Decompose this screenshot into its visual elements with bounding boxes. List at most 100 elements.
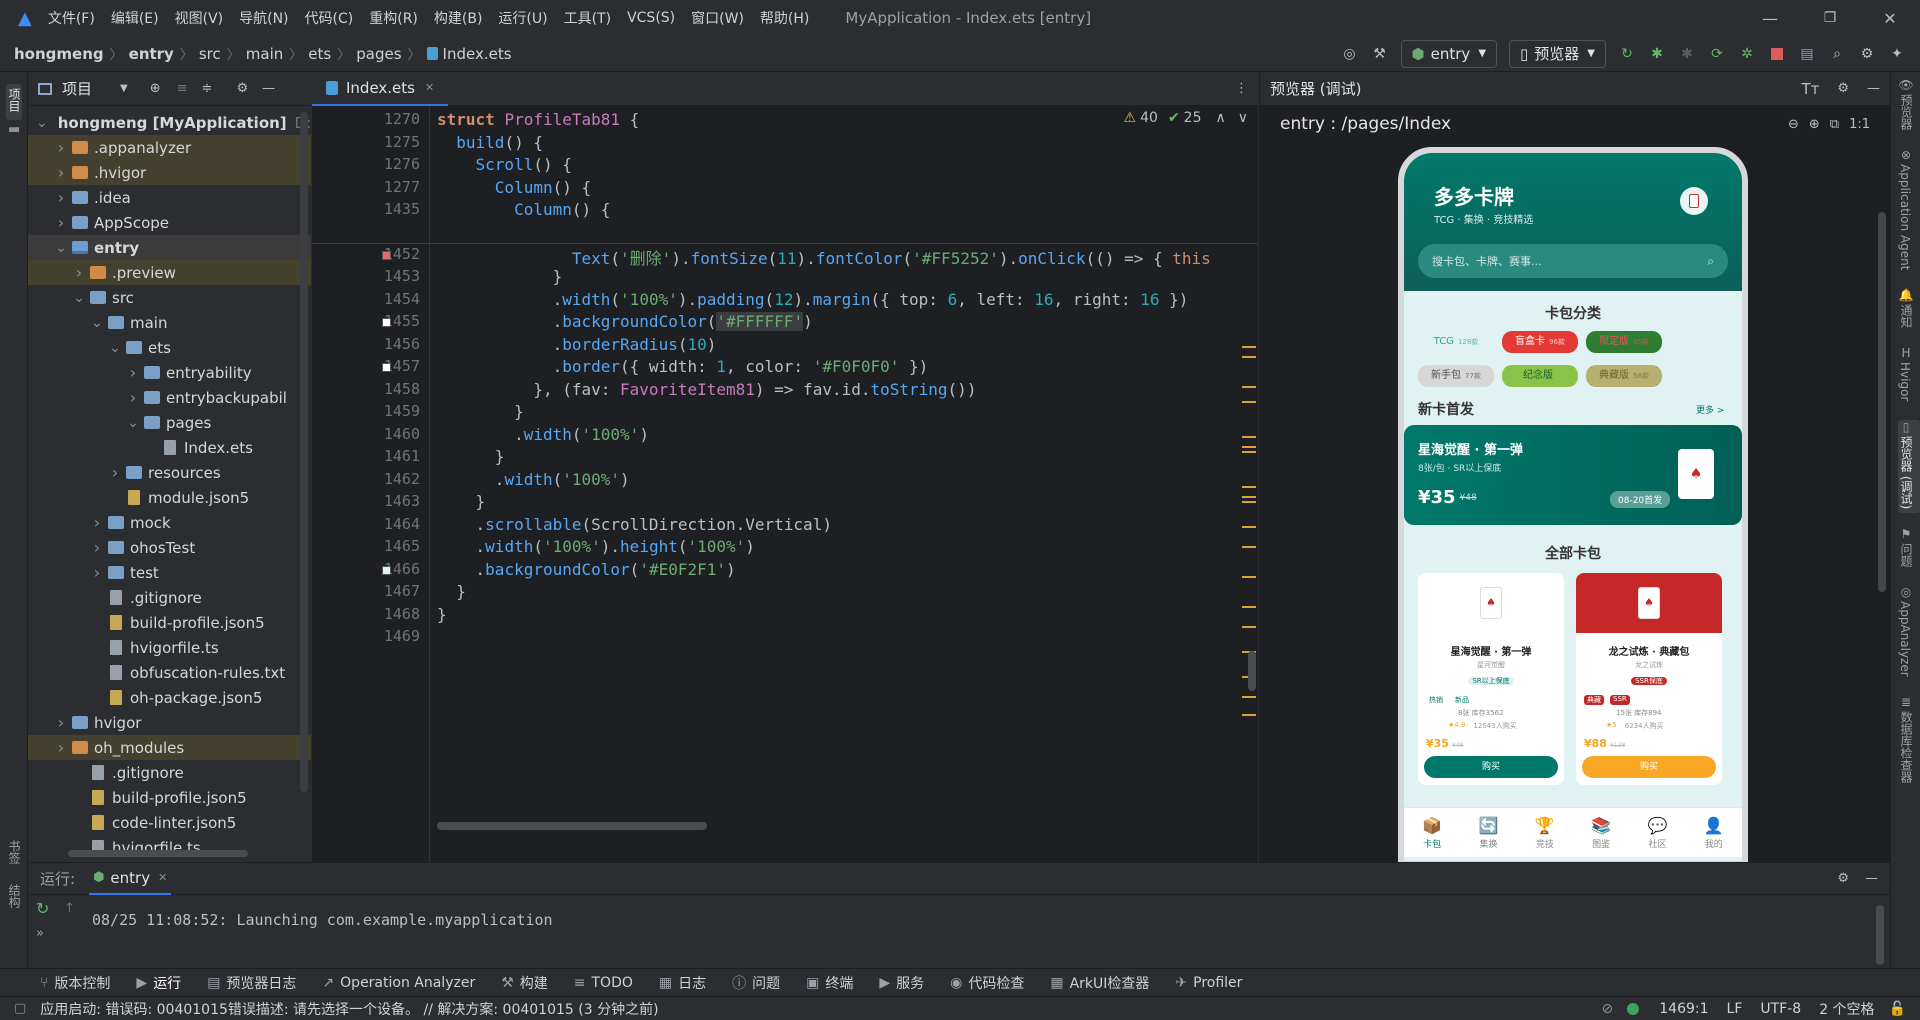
bottom-tool-button[interactable]: ↗ Operation Analyzer — [322, 975, 475, 991]
chevron-down-icon[interactable]: ⌄ — [54, 240, 68, 256]
bottom-tool-button[interactable]: ▶ 运行 — [136, 973, 181, 993]
tree-item[interactable]: Index.ets — [28, 435, 311, 460]
scroll-up-icon[interactable]: ↑ — [64, 901, 75, 916]
bottom-tool-button[interactable]: ▶ 服务 — [879, 973, 924, 993]
right-tool-button[interactable]: H Hvigor — [1898, 346, 1920, 405]
code-line[interactable]: .backgroundColor('#E0F2F1') — [437, 560, 736, 579]
more-tabs-icon[interactable]: ⋮ — [1235, 81, 1248, 96]
menu-item[interactable]: 重构(R) — [369, 8, 418, 28]
category-chip[interactable]: 限定版 85款 — [1586, 331, 1662, 353]
tree-item[interactable]: › entryability — [28, 360, 311, 385]
close-window-icon[interactable]: ✕ — [1860, 9, 1920, 28]
tree-item[interactable]: › .appanalyzer — [28, 135, 311, 160]
breadcrumb-item[interactable]: Index.ets — [443, 45, 512, 63]
pack-card[interactable]: ♠ 星海觉醒 · 第一弹 星河觉醒 SR以上保底 热销 新品 8张 库存3562 ★4.9 12… — [1418, 573, 1564, 785]
caret-position[interactable]: 1469:1 — [1659, 1001, 1708, 1017]
chevron-right-icon[interactable]: › — [54, 163, 68, 182]
chevron-down-icon[interactable]: ⌄ — [90, 315, 104, 331]
status-toggle-icon[interactable]: ▢ — [14, 1001, 26, 1016]
code-line[interactable]: Text('删除').fontSize(11).fontColor('#FF52… — [437, 245, 1211, 269]
tree-item[interactable]: › .idea — [28, 185, 311, 210]
indent-setting[interactable]: 2 个空格 — [1819, 999, 1874, 1019]
bottom-tool-button[interactable]: ▦ ArkUI检查器 — [1050, 973, 1149, 993]
close-tab-icon[interactable]: ✕ — [425, 81, 434, 94]
breadcrumb-item[interactable]: pages — [356, 45, 401, 63]
code-line[interactable]: .border({ width: 1, color: '#F0F0F0' }) — [437, 357, 929, 376]
lock-icon[interactable]: 🔓 — [1889, 1001, 1906, 1017]
font-size-icon[interactable]: Tт — [1801, 80, 1819, 98]
buy-button[interactable]: 购买 — [1424, 756, 1558, 778]
right-tool-button[interactable]: ◎ AppAnalyzer — [1898, 585, 1920, 681]
bottom-tool-button[interactable]: ⚒ 构建 — [501, 973, 548, 993]
code-line[interactable]: } — [437, 267, 563, 286]
app-nav-item[interactable]: 👤 我的 — [1704, 816, 1724, 850]
chevron-right-icon[interactable]: › — [90, 538, 104, 557]
tree-item[interactable]: › hvigor — [28, 710, 311, 735]
gear-icon[interactable]: ⚙ — [236, 81, 248, 96]
code-line[interactable]: .scrollable(ScrollDirection.Vertical) — [437, 515, 832, 534]
debug-icon[interactable]: ✱ — [1646, 43, 1668, 65]
file-encoding[interactable]: UTF-8 — [1760, 1001, 1801, 1017]
new-card-banner[interactable]: 星海觉醒 · 第一弹 8张/包 · SR以上保底 ¥35 ¥48 08-20首发… — [1404, 425, 1742, 525]
locate-icon[interactable]: ⊕ — [150, 81, 161, 96]
bottom-tool-button[interactable]: ◉ 代码检查 — [950, 973, 1024, 993]
color-swatch-icon[interactable] — [382, 318, 391, 327]
editor-h-scrollbar[interactable] — [437, 822, 707, 830]
breadcrumb-item[interactable]: ets — [308, 45, 331, 63]
tree-item[interactable]: .gitignore — [28, 760, 311, 785]
color-swatch-icon[interactable] — [382, 250, 391, 260]
menu-item[interactable]: 工具(T) — [564, 8, 611, 28]
sticky-code-line[interactable]: Column() { — [437, 200, 610, 219]
chevron-right-icon[interactable]: › — [54, 138, 68, 157]
chevron-down-icon[interactable]: ⌄ — [126, 415, 140, 431]
tree-item[interactable]: › resources — [28, 460, 311, 485]
run-tab-entry[interactable]: ⬢ entry ✕ — [89, 863, 172, 895]
tab-index-ets[interactable]: Index.ets ✕ — [312, 72, 449, 106]
menu-item[interactable]: 窗口(W) — [691, 8, 744, 28]
tree-item[interactable]: ⌄ src — [28, 285, 311, 310]
category-chip[interactable]: 纪念版 — [1502, 365, 1578, 387]
sticky-code-line[interactable]: Scroll() { — [437, 155, 572, 174]
search-icon[interactable]: ⌕ — [1826, 43, 1848, 65]
category-chip[interactable]: TCG 128款 — [1418, 331, 1494, 353]
no-device-icon[interactable]: ⊘ — [1602, 1001, 1614, 1017]
chevron-right-icon[interactable]: › — [90, 563, 104, 582]
breadcrumb-item[interactable]: entry — [129, 45, 174, 63]
inspection-widget[interactable]: ⚠ 40 ✔ 25 ∧ ∨ — [1124, 110, 1248, 126]
category-chip[interactable]: 典藏版 58款 — [1586, 365, 1662, 387]
pack-card[interactable]: ♠ 龙之试炼 · 典藏包 龙之试炼 SSR保底 典藏 SSR 15张 库存894 ★5 6234… — [1576, 573, 1722, 785]
status-message[interactable]: 应用启动: 错误码: 00401015错误描述: 请先选择一个设备。 // 解决… — [40, 999, 658, 1019]
code-line[interactable]: }, (fav: FavoriteItem81) => fav.id.toStr… — [437, 380, 976, 399]
chevron-down-icon[interactable]: ▼ — [120, 83, 128, 94]
right-tool-button[interactable]: ⚑ 问题 — [1898, 527, 1920, 571]
right-tool-button[interactable]: ▯ 预览器 (调试) — [1898, 419, 1920, 513]
device-manager-icon[interactable]: ▤ — [1796, 43, 1818, 65]
fit-screen-icon[interactable]: ⧉ — [1830, 117, 1839, 132]
menu-item[interactable]: 编辑(E) — [111, 8, 159, 28]
tree-item[interactable]: › AppScope — [28, 210, 311, 235]
expand-all-icon[interactable]: ≡ — [177, 81, 188, 96]
tree-h-scrollbar[interactable] — [68, 850, 248, 857]
right-tool-button[interactable]: 👁 预览器 — [1898, 78, 1920, 134]
tree-item[interactable]: ⌄ ets — [28, 335, 311, 360]
code-line[interactable]: .width('100%').padding(12).margin({ top:… — [437, 290, 1189, 309]
breadcrumb-item[interactable]: src — [199, 45, 221, 63]
code-line[interactable]: } — [437, 402, 524, 421]
tree-item[interactable]: › test — [28, 560, 311, 585]
tree-item[interactable]: .gitignore — [28, 585, 311, 610]
tree-item[interactable]: › mock — [28, 510, 311, 535]
next-highlight-icon[interactable]: ∨ — [1238, 110, 1248, 126]
restore-icon[interactable]: ❐ — [1800, 10, 1860, 26]
hammer-icon[interactable]: ⚒ — [1369, 43, 1391, 65]
zoom-in-icon[interactable]: ⊕ — [1809, 117, 1820, 132]
tree-item[interactable]: ⌄hongmeng [MyApplication]D: — [28, 110, 311, 135]
menu-item[interactable]: 文件(F) — [48, 8, 95, 28]
ai-assistant-icon[interactable]: ✦ — [1886, 43, 1908, 65]
app-nav-item[interactable]: 🔄 集换 — [1479, 816, 1499, 850]
gear-icon[interactable]: ⚙ — [1837, 871, 1849, 886]
project-panel-title[interactable]: 项目 — [62, 78, 92, 99]
app-nav-item[interactable]: 📦 卡包 — [1422, 816, 1442, 850]
line-separator[interactable]: LF — [1727, 1001, 1743, 1017]
structure-tool-button[interactable]: 结构 — [6, 884, 23, 908]
tree-item[interactable]: build-profile.json5 — [28, 785, 311, 810]
